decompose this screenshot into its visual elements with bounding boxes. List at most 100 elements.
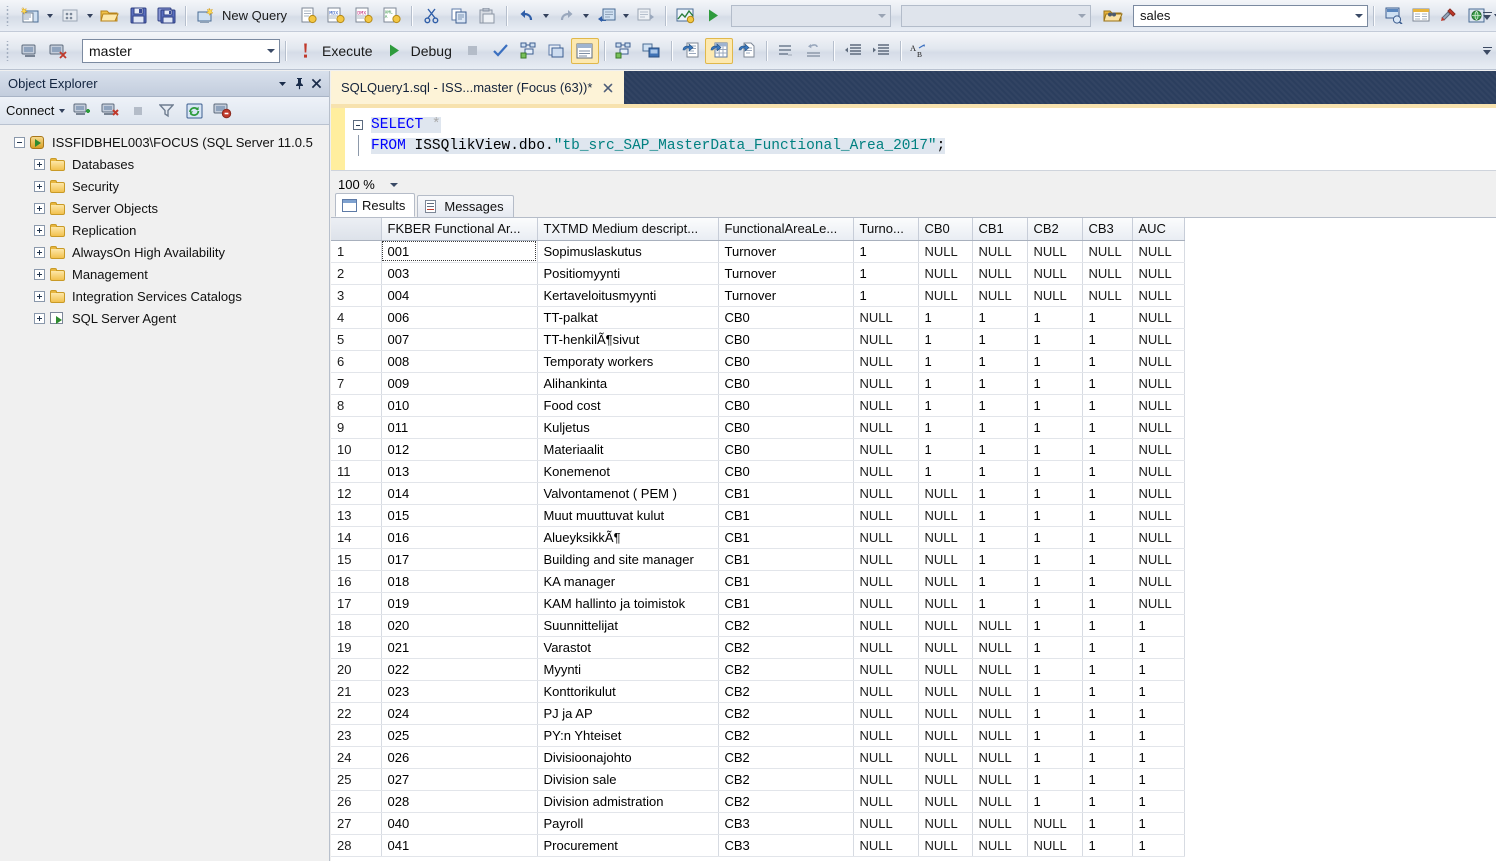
open-folder-icon[interactable] xyxy=(1099,3,1127,29)
cell-turnover[interactable]: NULL xyxy=(853,790,918,812)
sidebar-item-alwayson-high-availability[interactable]: AlwaysOn High Availability xyxy=(0,241,329,263)
cell-cb2[interactable]: 1 xyxy=(1027,548,1082,570)
cell-cb3[interactable]: 1 xyxy=(1082,680,1132,702)
cell-cb2[interactable]: 1 xyxy=(1027,482,1082,504)
paste-icon[interactable] xyxy=(473,3,501,29)
cut-icon[interactable] xyxy=(417,3,445,29)
cell-falevel[interactable]: CB1 xyxy=(718,548,853,570)
connect-label[interactable]: Connect xyxy=(6,103,56,118)
cell-cb3[interactable]: 1 xyxy=(1082,372,1132,394)
cell-txtmd[interactable]: Valvontamenot ( PEM ) xyxy=(537,482,718,504)
expand-toggle-icon[interactable] xyxy=(34,203,45,214)
cell-turnover[interactable]: NULL xyxy=(853,482,918,504)
cell-auc[interactable]: NULL xyxy=(1132,416,1184,438)
row-header-cell[interactable]: 11 xyxy=(331,460,381,482)
cell-falevel[interactable]: CB0 xyxy=(718,460,853,482)
cell-fkber[interactable]: 027 xyxy=(381,768,537,790)
cell-cb1[interactable]: 1 xyxy=(972,438,1027,460)
table-row[interactable]: 18020SuunnittelijatCB2NULLNULLNULL111 xyxy=(331,614,1184,636)
sidebar-item-databases[interactable]: Databases xyxy=(0,153,329,175)
comment-icon[interactable] xyxy=(772,38,800,64)
table-row[interactable]: 26028Division admistrationCB2NULLNULLNUL… xyxy=(331,790,1184,812)
cell-cb3[interactable]: 1 xyxy=(1082,438,1132,460)
cell-cb3[interactable]: 1 xyxy=(1082,768,1132,790)
redo-icon[interactable] xyxy=(552,3,580,29)
table-row[interactable]: 16018KA managerCB1NULLNULL111NULL xyxy=(331,570,1184,592)
row-header-cell[interactable]: 14 xyxy=(331,526,381,548)
toolbar-overflow-button[interactable] xyxy=(1480,4,1494,28)
cell-fkber[interactable]: 021 xyxy=(381,636,537,658)
cell-falevel[interactable]: CB1 xyxy=(718,504,853,526)
cell-cb1[interactable]: NULL xyxy=(972,658,1027,680)
cell-cb2[interactable]: 1 xyxy=(1027,614,1082,636)
cell-cb3[interactable]: 1 xyxy=(1082,812,1132,834)
execute-icon[interactable] xyxy=(291,38,319,64)
cell-cb2[interactable]: 1 xyxy=(1027,372,1082,394)
cell-falevel[interactable]: CB1 xyxy=(718,526,853,548)
disconnect-object-explorer-icon[interactable] xyxy=(44,38,72,64)
expand-toggle-icon[interactable] xyxy=(34,313,45,324)
close-icon[interactable] xyxy=(598,78,618,98)
row-header-cell[interactable]: 1 xyxy=(331,240,381,262)
cell-auc[interactable]: 1 xyxy=(1132,812,1184,834)
cell-cb0[interactable]: NULL xyxy=(918,262,972,284)
sidebar-item-server-objects[interactable]: Server Objects xyxy=(0,197,329,219)
cell-cb0[interactable]: NULL xyxy=(918,790,972,812)
cell-cb1[interactable]: NULL xyxy=(972,262,1027,284)
collapse-toggle-icon[interactable] xyxy=(14,137,25,148)
cell-turnover[interactable]: NULL xyxy=(853,636,918,658)
collapse-region-icon[interactable] xyxy=(345,114,371,135)
filter-icon[interactable] xyxy=(152,98,180,124)
cell-cb3[interactable]: 1 xyxy=(1082,834,1132,856)
table-row[interactable]: 23025PY:n YhteisetCB2NULLNULLNULL111 xyxy=(331,724,1184,746)
table-row[interactable]: 17019KAM hallinto ja toimistokCB1NULLNUL… xyxy=(331,592,1184,614)
cell-auc[interactable]: NULL xyxy=(1132,372,1184,394)
new-mdx-query-icon[interactable]: MDX xyxy=(322,3,350,29)
cell-txtmd[interactable]: Muut muuttuvat kulut xyxy=(537,504,718,526)
cell-txtmd[interactable]: TT-henkilÃ¶sivut xyxy=(537,328,718,350)
cell-cb3[interactable]: 1 xyxy=(1082,526,1132,548)
cell-falevel[interactable]: CB2 xyxy=(718,768,853,790)
cell-fkber[interactable]: 026 xyxy=(381,746,537,768)
row-header-cell[interactable]: 15 xyxy=(331,548,381,570)
cell-txtmd[interactable]: Positiomyynti xyxy=(537,262,718,284)
column-header-fkber[interactable]: FKBER Functional Ar... xyxy=(381,218,537,240)
cell-auc[interactable]: 1 xyxy=(1132,636,1184,658)
increase-indent-icon[interactable] xyxy=(867,38,895,64)
sidebar-item-sql-server-agent[interactable]: SQL Server Agent xyxy=(0,307,329,329)
table-row[interactable]: 22024PJ ja APCB2NULLNULLNULL111 xyxy=(331,702,1184,724)
cell-auc[interactable]: NULL xyxy=(1132,306,1184,328)
cell-txtmd[interactable]: Division sale xyxy=(537,768,718,790)
connect-icon[interactable] xyxy=(68,98,96,124)
cell-fkber[interactable]: 024 xyxy=(381,702,537,724)
cell-auc[interactable]: NULL xyxy=(1132,350,1184,372)
cell-cb0[interactable]: NULL xyxy=(918,482,972,504)
column-header-turnover[interactable]: Turno... xyxy=(853,218,918,240)
cell-cb0[interactable]: 1 xyxy=(918,328,972,350)
row-header-cell[interactable]: 26 xyxy=(331,790,381,812)
cell-fkber[interactable]: 001 xyxy=(381,240,537,262)
tab-results[interactable]: Results xyxy=(335,193,415,217)
table-row[interactable]: 28041ProcurementCB3NULLNULLNULLNULL11 xyxy=(331,834,1184,856)
toolbar-grip[interactable] xyxy=(4,6,13,26)
cell-turnover[interactable]: NULL xyxy=(853,350,918,372)
available-databases-combo[interactable]: sales xyxy=(1133,5,1368,27)
cell-cb3[interactable]: 1 xyxy=(1082,460,1132,482)
cell-falevel[interactable]: CB2 xyxy=(718,658,853,680)
decrease-indent-icon[interactable] xyxy=(839,38,867,64)
cell-cb0[interactable]: NULL xyxy=(918,768,972,790)
table-row[interactable]: 7009AlihankintaCB0NULL1111NULL xyxy=(331,372,1184,394)
cell-turnover[interactable]: NULL xyxy=(853,394,918,416)
cell-cb1[interactable]: NULL xyxy=(972,768,1027,790)
column-header-cb3[interactable]: CB3 xyxy=(1082,218,1132,240)
cell-turnover[interactable]: NULL xyxy=(853,526,918,548)
cell-auc[interactable]: NULL xyxy=(1132,328,1184,350)
cell-cb2[interactable]: 1 xyxy=(1027,460,1082,482)
cell-cb2[interactable]: 1 xyxy=(1027,526,1082,548)
row-header-cell[interactable]: 8 xyxy=(331,394,381,416)
cell-cb0[interactable]: NULL xyxy=(918,746,972,768)
cell-cb1[interactable]: NULL xyxy=(972,834,1027,856)
cell-cb1[interactable]: NULL xyxy=(972,240,1027,262)
cell-cb2[interactable]: NULL xyxy=(1027,284,1082,306)
cell-falevel[interactable]: Turnover xyxy=(718,262,853,284)
